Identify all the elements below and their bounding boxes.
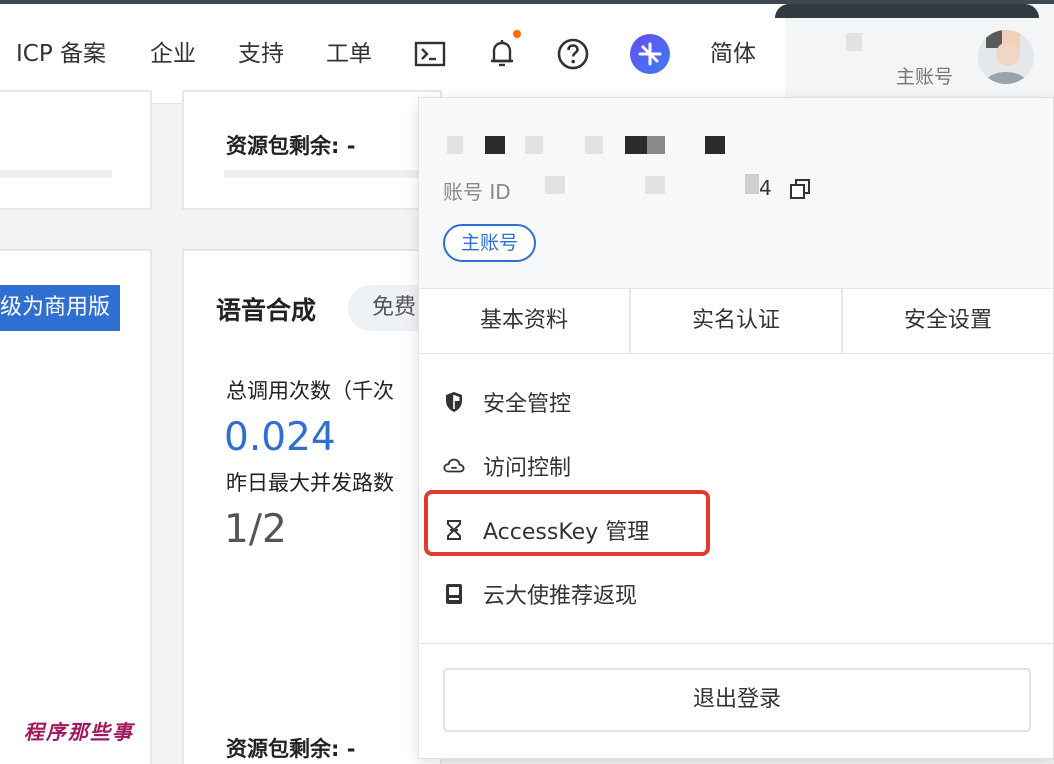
redacted-block [625, 136, 647, 154]
nav-ticket[interactable]: 工单 [326, 38, 372, 70]
redacted-block [705, 136, 725, 154]
remaining-label: 资源包剩余: - [226, 737, 356, 761]
redacted-block [485, 136, 505, 154]
redacted-block [545, 176, 565, 194]
concurrency-value: 1/2 [224, 507, 287, 552]
help-icon[interactable] [555, 36, 591, 72]
gift-card-icon [443, 583, 465, 605]
avatar[interactable] [978, 30, 1034, 84]
redacted-block [846, 33, 862, 51]
highlight-annotation [424, 490, 710, 556]
cloud-icon [443, 455, 465, 477]
product-card-left: 级为商用版 [0, 249, 152, 764]
menu-label: 安全管控 [483, 392, 572, 417]
usage-bar [0, 170, 112, 178]
bell-icon[interactable] [484, 36, 520, 72]
upgrade-button[interactable]: 级为商用版 [0, 285, 120, 331]
nav-enterprise[interactable]: 企业 [150, 38, 196, 70]
redacted-block [585, 136, 603, 154]
watermark: 程序那些事 [24, 720, 134, 744]
resource-card-left-top [0, 90, 152, 210]
tab-security-settings[interactable]: 安全设置 [843, 289, 1053, 353]
concurrency-label: 昨日最大并发路数 [226, 471, 394, 495]
account-dropdown: 账号 ID 4 主账号 基本资料 实名认证 安全设置 安全管控 访问控制 Acc… [418, 97, 1054, 759]
tab-real-name[interactable]: 实名认证 [631, 289, 843, 353]
app-logo-icon[interactable] [628, 32, 672, 76]
nav-support[interactable]: 支持 [238, 38, 284, 70]
redacted-block [525, 136, 543, 154]
redacted-block [745, 174, 759, 194]
account-top-tab [775, 4, 1039, 18]
redacted-block [447, 136, 463, 154]
menu-item-access-control[interactable]: 访问控制 [419, 441, 1053, 491]
account-id-label: 账号 ID [443, 180, 511, 204]
account-type-label: 主账号 [896, 66, 954, 88]
account-info: 账号 ID 4 主账号 [419, 98, 1053, 288]
account-tabs: 基本资料 实名认证 安全设置 [419, 288, 1053, 354]
logout-button[interactable]: 退出登录 [443, 668, 1031, 732]
top-navbar: ICP 备案 企业 支持 工单 简体 [0, 4, 785, 104]
calls-value: 0.024 [224, 415, 336, 460]
language-switch[interactable]: 简体 [710, 38, 756, 70]
remaining-label: 资源包剩余: - [226, 134, 356, 158]
menu-item-referral[interactable]: 云大使推荐返现 [419, 569, 1053, 619]
redacted-block [647, 136, 665, 154]
menu-label: 云大使推荐返现 [483, 584, 638, 609]
redacted-block [645, 176, 665, 194]
nav-icp[interactable]: ICP 备案 [16, 38, 106, 70]
shield-icon [443, 391, 465, 413]
tts-card: 语音合成 免费 总调用次数（千次 0.024 昨日最大并发路数 1/2 资源包剩… [182, 249, 468, 764]
usage-bar [224, 170, 444, 178]
divider [419, 643, 1053, 644]
notification-dot [513, 30, 521, 38]
calls-label: 总调用次数（千次 [226, 379, 394, 403]
menu-item-security-control[interactable]: 安全管控 [419, 377, 1053, 427]
resource-card-mid-top: 资源包剩余: - [182, 90, 444, 210]
menu-label: 访问控制 [483, 456, 572, 481]
account-id-tail: 4 [759, 176, 772, 200]
tab-basic-info[interactable]: 基本资料 [419, 289, 631, 353]
terminal-icon[interactable] [412, 36, 448, 72]
role-badge: 主账号 [443, 224, 537, 262]
tts-title: 语音合成 [216, 296, 317, 325]
copy-icon[interactable] [789, 178, 811, 200]
